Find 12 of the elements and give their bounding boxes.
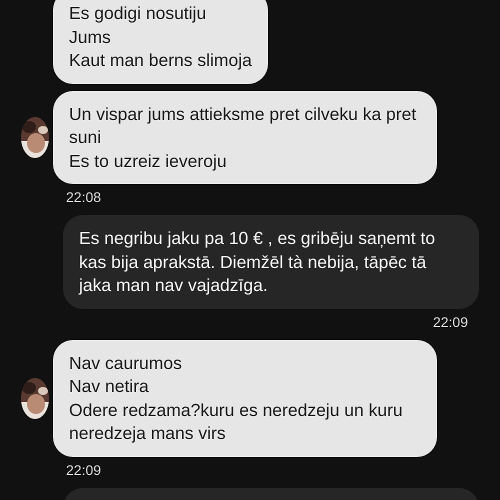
message-time: 22:09 <box>66 462 102 478</box>
message-text: Odere redzama?kuru es neredzeju un kuru neredzeja mans virs <box>69 398 404 445</box>
message-text: Un vispar jums attieksme pret cilveku ka pret suni <box>69 102 418 149</box>
message-text: Jums <box>69 26 112 48</box>
message-time: 22:09 <box>432 314 468 330</box>
message-text: Kaut man berns slimoja <box>69 49 252 72</box>
message-text: Nav caurumos <box>69 352 183 374</box>
message-text: Es to uzreiz ieveroju <box>69 150 228 173</box>
message-text: Nav netira <box>69 375 150 398</box>
message-text: Es godigi nosutiju <box>69 2 208 25</box>
message-time: 22:08 <box>66 189 102 206</box>
message-text: Es negribu jaku pa 10 € , es gribēju saņemt to kas bija aprakstā. Diemžēl tà nebija, tāpēc tā jaka man nav vajadzīga. <box>79 227 436 297</box>
